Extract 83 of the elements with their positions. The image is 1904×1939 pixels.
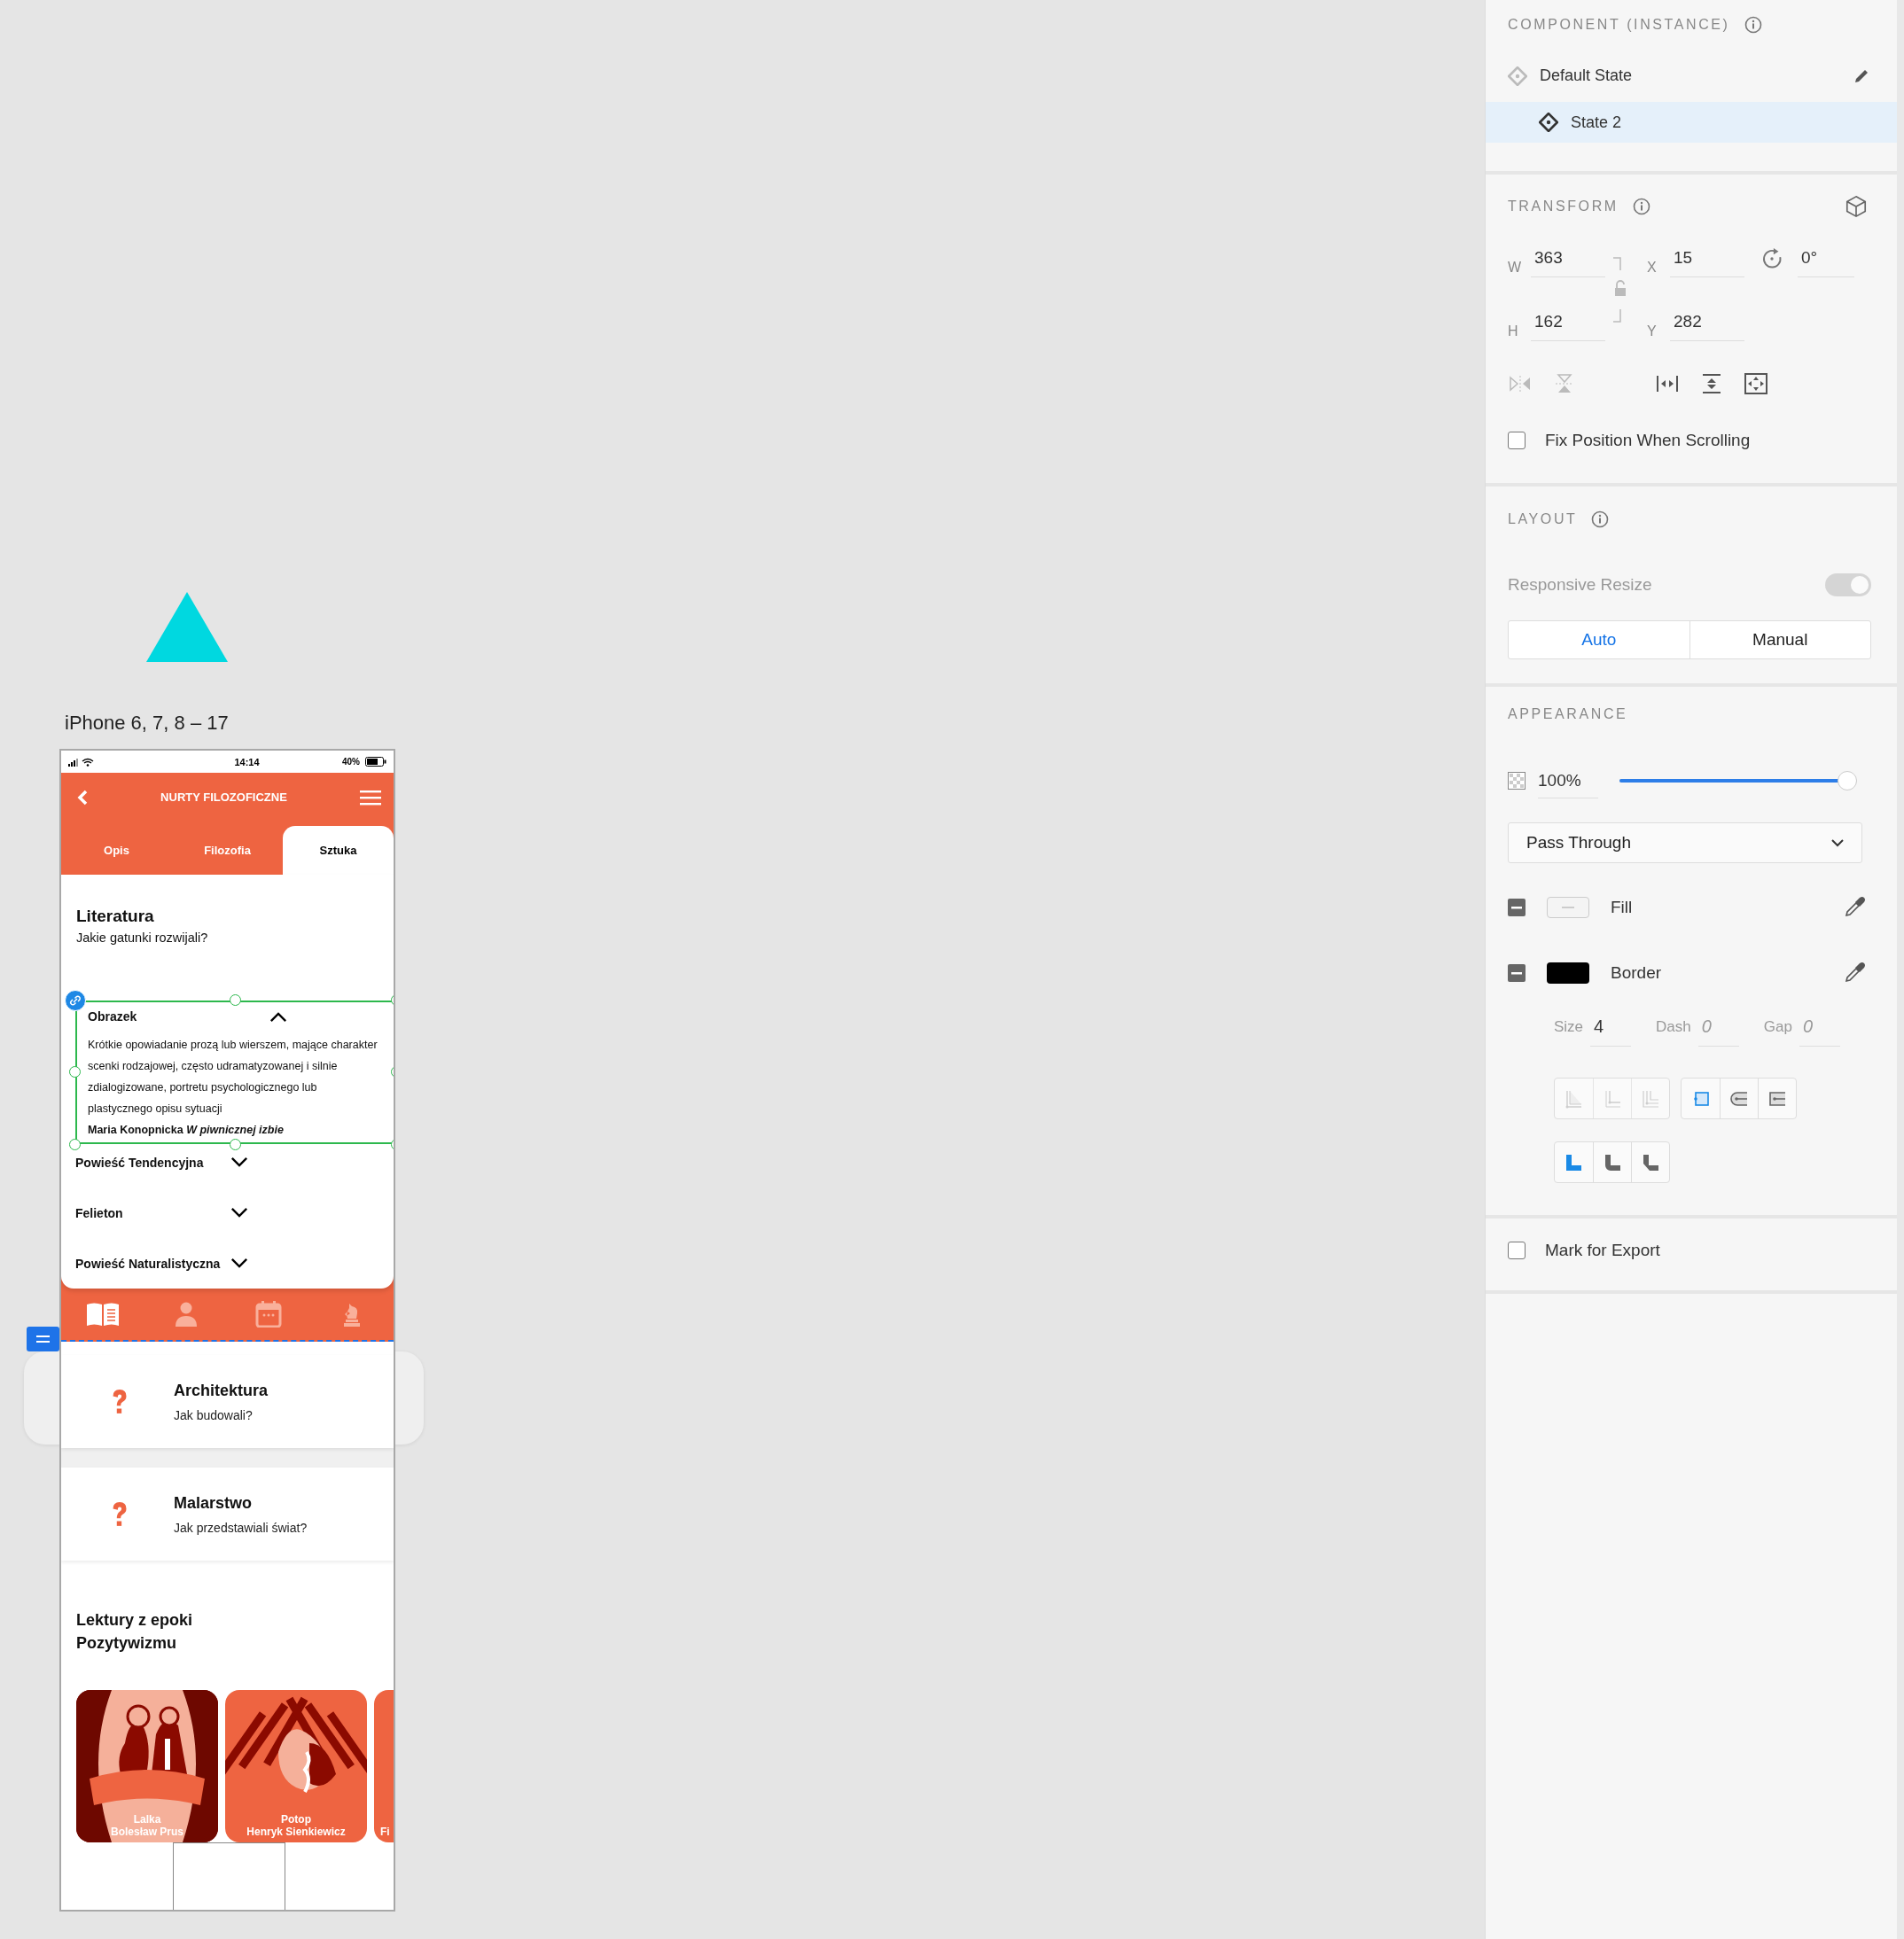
opacity-field[interactable]: 100% [1538, 763, 1598, 798]
book-author: Henryk Sienkiewicz [246, 1826, 346, 1838]
state-item[interactable]: State 2 [1486, 102, 1897, 143]
opacity-slider[interactable] [1619, 771, 1857, 790]
card-title: Architektura [174, 1381, 269, 1400]
book-title: Potop [281, 1813, 311, 1826]
field-label: Y [1647, 323, 1658, 340]
minus-checkbox-icon[interactable] [1508, 899, 1526, 916]
accordion-title[interactable]: Powieść Tendencyjna [75, 1155, 230, 1170]
input-field[interactable]: 4 [1590, 1016, 1632, 1047]
topic-card[interactable]: Architektura Jak budowali? [61, 1355, 394, 1448]
section-heading: APPEARANCE [1508, 706, 1628, 722]
section-title: Literatura [76, 907, 155, 926]
source-text: Maria Konopnicka W piwnicznej izbie [88, 1123, 285, 1138]
input-field[interactable]: 0° [1798, 248, 1854, 277]
cube-icon[interactable] [1845, 195, 1868, 218]
paint-label: Border [1611, 963, 1662, 983]
chevron-up-icon[interactable] [269, 1010, 287, 1023]
chevron-down-icon [1831, 838, 1844, 847]
chevron-down-icon[interactable] [230, 1258, 248, 1269]
section-heading: LAYOUT [1508, 511, 1578, 527]
card-subtitle: Jak przedstawiali świat? [174, 1520, 308, 1535]
book-title: Lalka [133, 1813, 161, 1826]
battery-percent: 40% [342, 757, 360, 767]
card-title: Malarstwo [174, 1493, 254, 1513]
paint-label: Fill [1611, 898, 1633, 917]
screen-title: NURTY FILOZOFICZNE [160, 790, 288, 804]
expand-icon[interactable] [1744, 373, 1768, 394]
accordion-title[interactable]: Powieść Naturalistyczna [75, 1256, 230, 1271]
book-icon[interactable] [84, 1301, 121, 1328]
field-label: H [1508, 323, 1519, 340]
eyedropper-icon[interactable] [1843, 962, 1866, 985]
checkbox-label: Fix Position When Scrolling [1545, 431, 1751, 450]
accordion-title[interactable]: Felieton [75, 1205, 230, 1220]
book-author: Fi [380, 1826, 390, 1838]
field-label: X [1647, 260, 1658, 276]
info-icon[interactable] [1632, 198, 1650, 215]
tab[interactable]: Sztuka [283, 826, 394, 875]
input-field[interactable]: 363 [1531, 248, 1605, 277]
card-subtitle: Jak budowali? [174, 1407, 254, 1422]
field-label: Size [1554, 1018, 1584, 1037]
border-swatch[interactable] [1547, 962, 1589, 984]
component-icon [1508, 66, 1527, 86]
state-item[interactable]: Default State [1486, 50, 1897, 102]
checkbox-label: Mark for Export [1545, 1241, 1660, 1260]
chevron-down-icon[interactable] [230, 1156, 248, 1168]
toggle-label: Responsive Resize [1508, 575, 1652, 595]
link-icon[interactable] [65, 990, 86, 1011]
section-heading: COMPONENT (INSTANCE) [1508, 17, 1730, 33]
section-heading: TRANSFORM [1508, 199, 1619, 214]
input-field[interactable]: 162 [1531, 312, 1605, 341]
input-field[interactable]: 282 [1670, 312, 1744, 341]
checkbox[interactable] [1508, 1242, 1526, 1259]
fixed-handle-icon[interactable] [27, 1327, 59, 1351]
checkbox[interactable] [1508, 432, 1526, 449]
fill-swatch[interactable] [1547, 897, 1589, 918]
segment-button[interactable]: Manual [1689, 621, 1870, 658]
accordion-title[interactable]: Obrazek [88, 1009, 243, 1024]
book-author: Bolesław Prus [111, 1826, 183, 1838]
blend-mode-dropdown[interactable]: Pass Through [1508, 822, 1862, 863]
component-icon [1539, 113, 1558, 132]
section-title: Lektury z epoki Pozytywizmu [75, 1610, 194, 1654]
battery-icon [365, 757, 386, 767]
rotate-icon [1760, 247, 1783, 270]
opacity-icon [1508, 772, 1526, 790]
topic-card[interactable]: Malarstwo Jak przedstawiali świat? [61, 1468, 394, 1561]
minus-checkbox-icon[interactable] [1508, 964, 1526, 982]
chevron-down-icon[interactable] [230, 1207, 248, 1219]
field-label: Gap [1763, 1018, 1792, 1037]
info-icon[interactable] [1744, 16, 1762, 34]
menu-icon[interactable] [360, 789, 381, 806]
field-label: Dash [1656, 1018, 1691, 1037]
field-label: W [1508, 260, 1522, 276]
back-icon[interactable] [77, 789, 88, 806]
horizontal-arrows-icon[interactable] [1655, 373, 1680, 394]
status-time: 14:14 [233, 756, 261, 767]
info-icon[interactable] [1591, 510, 1610, 528]
description-text: Krótkie opowiadanie prozą lub wierszem, mające charakter scenki rodzajowej, często udramatyzowanej i silnie zdialogizowane, portretu psychologicznego lub plastycznego opisu sytuacji [88, 1038, 378, 1117]
section-subtitle: Jakie gatunki rozwijali? [76, 931, 209, 946]
input-field[interactable]: 15 [1670, 248, 1744, 277]
segment-button[interactable]: Auto [1509, 621, 1689, 658]
artboard-label[interactable]: iPhone 6, 7, 8 – 17 [65, 712, 229, 735]
eyedropper-icon[interactable] [1843, 896, 1866, 919]
